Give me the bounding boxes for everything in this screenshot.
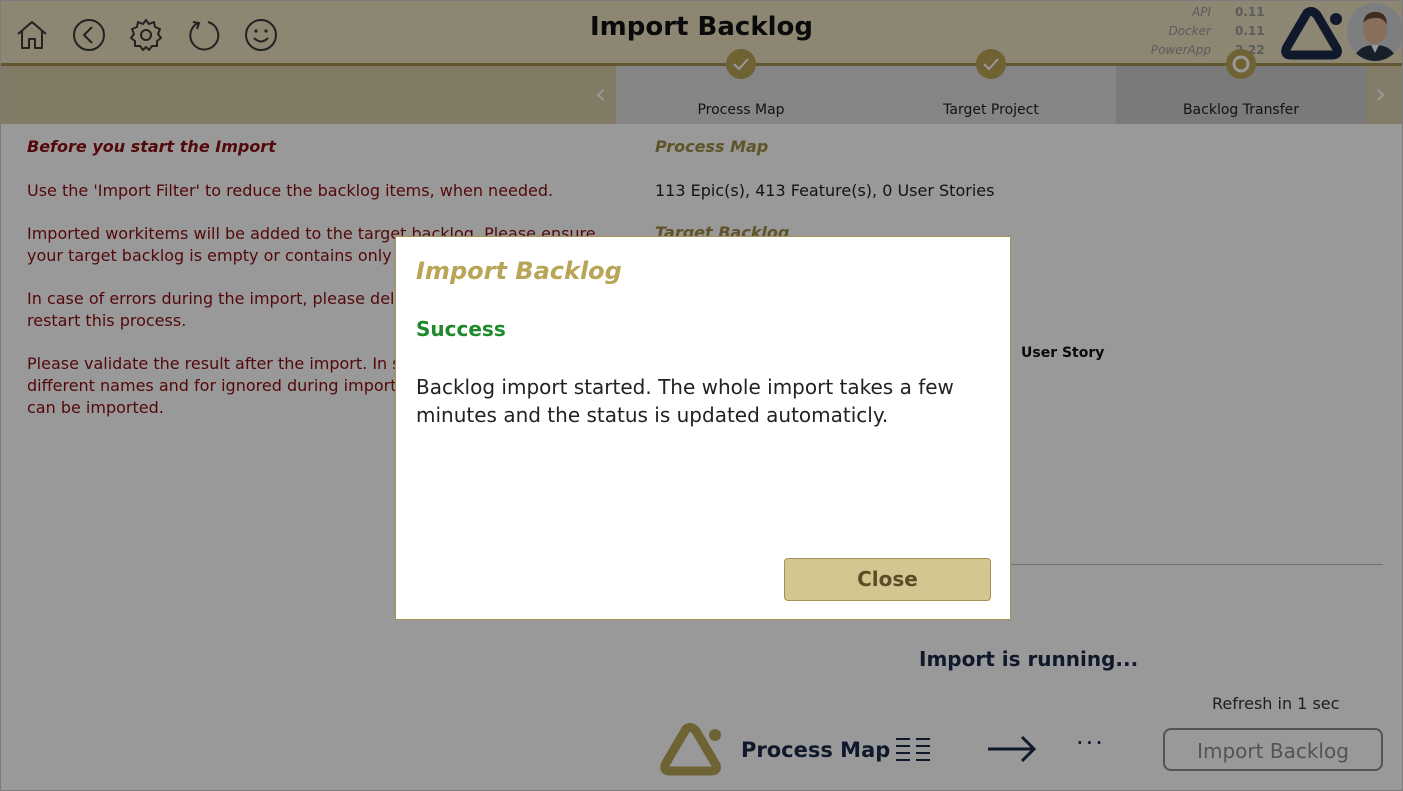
- dialog-message: Backlog import started. The whole import…: [416, 375, 954, 427]
- dialog-title: Import Backlog: [416, 257, 622, 285]
- import-dialog: Import Backlog Success Backlog import st…: [395, 236, 1011, 620]
- dialog-status: Success: [416, 317, 506, 341]
- close-button[interactable]: Close: [784, 558, 991, 601]
